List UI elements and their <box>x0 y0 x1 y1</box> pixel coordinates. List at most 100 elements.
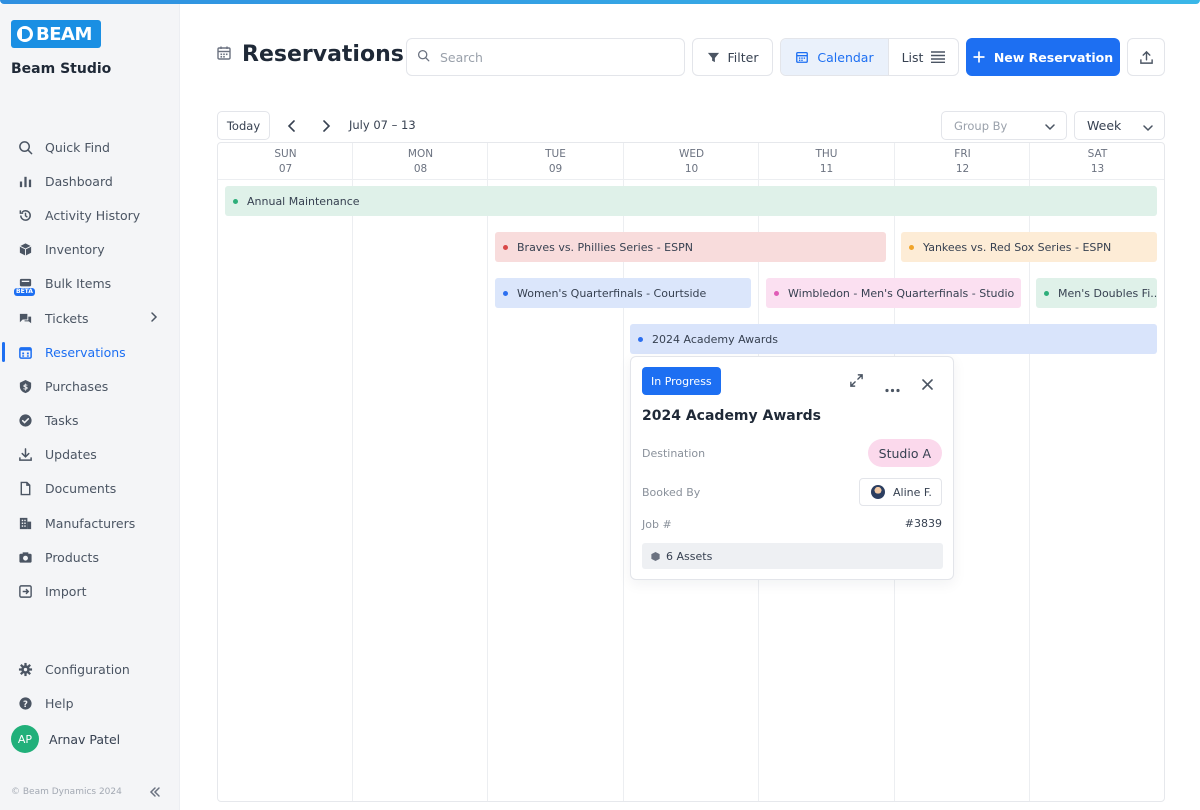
sidebar-item-bulk-items[interactable]: BETA Bulk Items <box>0 267 180 301</box>
day-header-sat[interactable]: SAT 13 <box>1030 147 1165 177</box>
filter-button[interactable]: Filter <box>692 38 773 76</box>
event-title: Women's Quarterfinals - Courtside <box>517 286 707 300</box>
event-dot <box>1044 290 1049 296</box>
calendar-title-icon <box>216 45 232 65</box>
sidebar-item-documents[interactable]: Documents <box>0 472 180 506</box>
filter-label: Filter <box>727 49 759 65</box>
sidebar-item-inventory[interactable]: Inventory <box>0 233 180 267</box>
day-header-tue[interactable]: TUE 09 <box>488 147 623 177</box>
sidebar-item-reservations[interactable]: Reservations <box>0 335 180 369</box>
column-divider <box>352 143 353 801</box>
destination-label: Destination <box>642 447 706 460</box>
assets-summary[interactable]: 6 Assets <box>642 543 943 569</box>
day-of-week: THU <box>815 148 838 160</box>
group-by-select[interactable]: Group By <box>941 111 1067 140</box>
expand-icon[interactable] <box>849 373 864 392</box>
sidebar-item-quick-find[interactable]: Quick Find <box>0 130 180 164</box>
export-button[interactable] <box>1127 38 1165 76</box>
close-icon[interactable] <box>922 375 933 394</box>
calendar-icon <box>795 50 809 64</box>
sidebar-item-manufacturers[interactable]: Manufacturers <box>0 506 180 540</box>
sidebar-item-label: Tickets <box>45 310 89 326</box>
download-icon <box>17 447 33 463</box>
new-reservation-button[interactable]: New Reservation <box>966 38 1120 76</box>
more-options-icon[interactable] <box>885 378 900 397</box>
sidebar-item-updates[interactable]: Updates <box>0 438 180 472</box>
event-mens-doubles[interactable]: Men's Doubles Fi... <box>1036 278 1157 308</box>
sidebar-item-tasks[interactable]: Tasks <box>0 404 180 438</box>
beta-badge: BETA <box>14 287 35 296</box>
avatar: AP <box>11 725 39 753</box>
popover-title: 2024 Academy Awards <box>642 408 821 424</box>
day-number: 12 <box>955 163 970 175</box>
day-header-sun[interactable]: SUN 07 <box>218 147 353 177</box>
day-header-fri[interactable]: FRI 12 <box>895 147 1030 177</box>
event-annual-maintenance[interactable]: Annual Maintenance <box>225 186 1157 216</box>
booked-by-chip[interactable]: Aline F. <box>859 478 942 506</box>
sidebar-item-products[interactable]: Products <box>0 540 180 574</box>
event-title: Braves vs. Phillies Series - ESPN <box>517 240 693 254</box>
chevron-down-icon <box>1142 121 1154 136</box>
sidebar-item-purchases[interactable]: $ Purchases <box>0 369 180 403</box>
sidebar-item-label: Bulk Items <box>45 276 112 292</box>
prev-week-chevron-left-icon[interactable] <box>286 118 298 137</box>
event-title: Yankees vs. Red Sox Series - ESPN <box>923 240 1112 254</box>
bar-chart-icon <box>17 173 33 189</box>
event-wimbledon-mens-quarterfinals[interactable]: Wimbledon - Men's Quarterfinals - Studio <box>766 278 1021 308</box>
event-dot <box>503 290 508 296</box>
day-number: 07 <box>278 163 293 175</box>
import-icon <box>17 584 33 600</box>
user-name: Arnav Patel <box>49 731 121 747</box>
search-input[interactable] <box>440 49 660 65</box>
sidebar-bottom-nav: Configuration ? Help <box>0 652 180 720</box>
sidebar-item-help[interactable]: ? Help <box>0 686 180 720</box>
sidebar-item-dashboard[interactable]: Dashboard <box>0 164 180 198</box>
destination-pill[interactable]: Studio A <box>867 439 942 467</box>
building-icon <box>17 515 33 531</box>
chevron-down-icon <box>1044 121 1056 135</box>
collapse-sidebar-icon[interactable] <box>148 784 162 803</box>
sidebar-item-label: Configuration <box>45 661 130 677</box>
cube-icon <box>17 242 33 258</box>
boxes-icon: BETA <box>14 276 35 296</box>
next-week-chevron-right-icon[interactable] <box>320 118 332 137</box>
beam-logo[interactable]: BEAM <box>11 20 101 48</box>
beam-logo-mark-icon <box>17 26 33 42</box>
day-header-thu[interactable]: THU 11 <box>759 147 894 177</box>
copyright: © Beam Dynamics 2024 <box>11 787 122 797</box>
day-header-mon[interactable]: MON 08 <box>353 147 488 177</box>
view-range-select[interactable]: Week <box>1074 111 1165 140</box>
view-range-value: Week <box>1087 118 1122 133</box>
sidebar: BEAM Beam Studio Quick Find Dashboard Ac… <box>0 4 180 810</box>
tickets-icon <box>17 310 33 326</box>
event-yankees-redsox[interactable]: Yankees vs. Red Sox Series - ESPN <box>901 232 1157 262</box>
studio-name: Beam Studio <box>11 61 112 77</box>
chevron-right-icon[interactable] <box>148 311 160 326</box>
event-braves-phillies[interactable]: Braves vs. Phillies Series - ESPN <box>495 232 886 262</box>
plus-icon <box>973 51 985 63</box>
day-number: 13 <box>1090 163 1105 175</box>
svg-text:?: ? <box>23 699 28 709</box>
calendar-view-button[interactable]: Calendar <box>781 39 889 75</box>
event-academy-awards[interactable]: 2024 Academy Awards <box>630 324 1157 354</box>
sidebar-item-activity-history[interactable]: Activity History <box>0 198 180 232</box>
status-badge[interactable]: In Progress <box>642 367 721 395</box>
sidebar-item-import[interactable]: Import <box>0 574 180 608</box>
sidebar-item-label: Quick Find <box>45 139 110 155</box>
user-profile[interactable]: AP Arnav Patel <box>11 725 120 753</box>
today-button[interactable]: Today <box>217 111 270 140</box>
sidebar-item-label: Help <box>45 695 74 711</box>
day-of-week: SUN <box>274 148 297 160</box>
cube-icon <box>650 551 661 562</box>
sidebar-item-configuration[interactable]: Configuration <box>0 652 180 686</box>
day-header-wed[interactable]: WED 10 <box>624 147 759 177</box>
event-womens-quarterfinals[interactable]: Women's Quarterfinals - Courtside <box>495 278 751 308</box>
sidebar-item-label: Inventory <box>45 242 105 258</box>
column-divider <box>487 143 488 801</box>
sidebar-item-label: Purchases <box>45 378 109 394</box>
list-view-button[interactable]: List <box>889 39 958 75</box>
day-of-week: WED <box>678 148 705 160</box>
sidebar-item-tickets[interactable]: Tickets <box>0 301 180 335</box>
search-box[interactable] <box>406 38 685 76</box>
event-dot <box>638 336 643 342</box>
